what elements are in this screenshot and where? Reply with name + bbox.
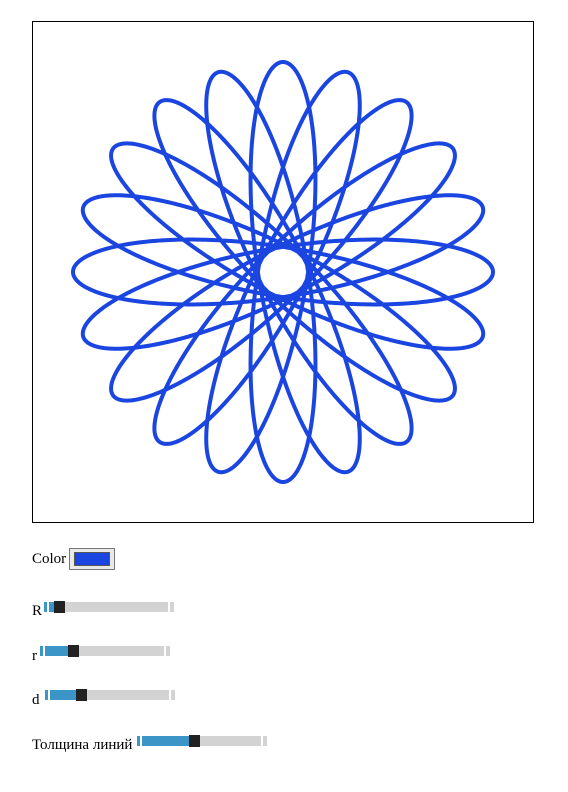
line-width-slider-endcap xyxy=(261,735,264,746)
r-control: r xyxy=(32,642,170,664)
color-picker-button[interactable] xyxy=(69,548,116,570)
R-slider[interactable] xyxy=(44,600,175,613)
line-width-slider-startcap xyxy=(140,735,143,746)
spirograph-canvas xyxy=(32,21,534,523)
R-label: R xyxy=(32,603,43,619)
d-slider-endcap xyxy=(168,689,171,700)
r-label: r xyxy=(32,648,37,664)
d-control: d xyxy=(32,686,175,708)
R-slider-fill xyxy=(44,601,55,612)
R-slider-thumb[interactable] xyxy=(54,600,66,613)
d-slider-startcap xyxy=(47,689,50,700)
line-width-control: Толщина линий xyxy=(32,732,268,753)
R-slider-endcap xyxy=(168,601,171,612)
color-label: Color xyxy=(32,550,67,567)
d-label: d xyxy=(32,692,40,708)
R-control: R xyxy=(32,598,175,619)
line-width-slider-fill xyxy=(137,735,190,746)
color-swatch-preview xyxy=(74,552,111,566)
d-slider[interactable] xyxy=(44,688,175,701)
d-slider-thumb[interactable] xyxy=(75,688,87,701)
spirograph-drawing xyxy=(71,60,495,484)
line-width-label: Толщина линий xyxy=(32,737,133,753)
r-slider-thumb[interactable] xyxy=(68,644,79,657)
spirograph-curve xyxy=(71,60,495,484)
r-slider-endcap xyxy=(164,645,166,656)
line-width-slider[interactable] xyxy=(137,734,268,747)
color-control: Color xyxy=(32,548,116,570)
r-slider-startcap xyxy=(43,645,45,656)
R-slider-startcap xyxy=(47,601,50,612)
line-width-slider-thumb[interactable] xyxy=(189,734,201,747)
r-slider[interactable] xyxy=(40,644,170,657)
